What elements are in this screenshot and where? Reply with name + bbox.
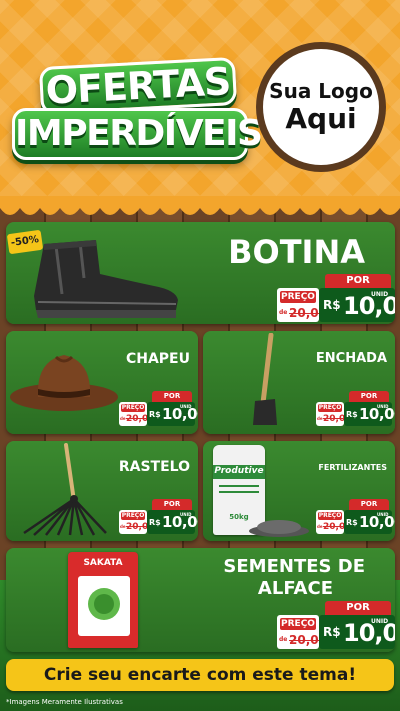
price-tag-fertilizantes: POR PREÇO de 20,00 R$ 10,00 UNID: [316, 499, 395, 537]
de-label: de: [120, 524, 126, 529]
price-tag-botina: POR PREÇO de 20,00 R$ 10,00 UNID: [277, 274, 395, 324]
de-label: de: [279, 636, 288, 643]
por-label: POR: [349, 499, 389, 510]
preco-label: PREÇO: [121, 512, 145, 520]
de-label: de: [120, 416, 126, 421]
old-price-box: PREÇO de 20,00: [316, 402, 351, 426]
product-name-botina: BOTINA: [228, 233, 365, 271]
new-price-box: R$ 10,00 UNID: [344, 402, 395, 426]
de-label: de: [317, 524, 323, 529]
currency: R$: [323, 625, 341, 639]
card-sementes[interactable]: SAKATA SEMENTES DE ALFACE POR PREÇO de 2…: [6, 548, 395, 652]
card-rastelo[interactable]: RASTELO POR PREÇO de 20,00 R$ 10,00 UNID: [6, 441, 198, 541]
seed-pack-icon: SAKATA: [68, 552, 138, 648]
preco-label: PREÇO: [280, 291, 316, 303]
product-name-rastelo: RASTELO: [118, 459, 190, 475]
new-price-box: R$ 10,00 UNID: [147, 402, 198, 426]
new-price-box: R$ 10,00 UNID: [319, 288, 395, 322]
old-price-box: PREÇO de 20,00: [277, 288, 327, 322]
new-price-box: R$ 10,00 UNID: [147, 510, 198, 534]
pack-brand: SAKATA: [83, 558, 123, 568]
hoe-icon: [253, 333, 277, 425]
por-label: POR: [152, 391, 192, 402]
currency: R$: [323, 298, 341, 312]
old-price-box: PREÇO de 20,00: [277, 615, 327, 649]
disclaimer: *Imagens Meramente Ilustrativas: [6, 698, 123, 706]
old-price-box: PREÇO de 20,00: [119, 402, 154, 426]
preco-label: PREÇO: [280, 618, 316, 630]
por-label: POR: [325, 274, 391, 288]
bag-brand: Produtive: [214, 466, 264, 476]
old-price-box: PREÇO de 20,00: [316, 510, 351, 534]
logo-line2: Aqui: [285, 102, 357, 135]
unit-label: UNID: [371, 618, 389, 625]
de-label: de: [317, 416, 323, 421]
unit-label: UNID: [180, 404, 192, 409]
old-price-box: PREÇO de 20,00: [119, 510, 154, 534]
price-tag-enchada: POR PREÇO de 20,00 R$ 10,00 UNID: [316, 391, 395, 429]
card-enchada[interactable]: ENCHADA POR PREÇO de 20,00 R$ 10,00 UNID: [203, 331, 395, 434]
de-label: de: [279, 309, 288, 316]
product-name-chapeu: CHAPEU: [125, 351, 190, 367]
rake-icon: [23, 443, 107, 536]
preco-label: PREÇO: [121, 404, 145, 412]
unit-label: UNID: [180, 512, 192, 517]
title-line1: OFERTAS: [38, 56, 238, 116]
logo-placeholder: Sua Logo Aqui: [256, 42, 386, 172]
por-label: POR: [325, 601, 391, 615]
price-tag-chapeu: POR PREÇO de 20,00 R$ 10,00 UNID: [119, 391, 198, 429]
cta-banner[interactable]: Crie seu encarte com este tema!: [6, 659, 394, 691]
currency: R$: [149, 518, 161, 527]
logo-inner: Sua Logo Aqui: [263, 49, 379, 165]
product-name-sementes-line2: ALFACE: [257, 578, 333, 599]
product-name-enchada: ENCHADA: [315, 351, 387, 366]
header: OFERTAS IMPERDÍVEIS Sua Logo Aqui: [0, 0, 400, 225]
unit-label: UNID: [371, 291, 389, 298]
preco-label: PREÇO: [318, 404, 342, 412]
por-label: POR: [349, 391, 389, 402]
gravel-pile-icon: [249, 520, 309, 537]
boot-icon: [34, 240, 178, 318]
price-tag-rastelo: POR PREÇO de 20,00 R$ 10,00 UNID: [119, 499, 198, 537]
currency: R$: [346, 410, 358, 419]
card-fertilizantes[interactable]: Produtive 50kg FERTILIZANTES POR PREÇO d…: [203, 441, 395, 541]
price-tag-sementes: POR PREÇO de 20,00 R$ 10,00 UNID: [277, 601, 395, 651]
card-chapeu[interactable]: CHAPEU POR PREÇO de 20,00 R$ 10,00 UNID: [6, 331, 198, 434]
unit-label: UNID: [377, 512, 389, 517]
preco-label: PREÇO: [318, 512, 342, 520]
product-name-sementes-line1: SEMENTES DE: [223, 556, 365, 577]
title-line2: IMPERDÍVEIS: [12, 108, 263, 160]
product-name-fertilizantes: FERTILIZANTES: [318, 463, 387, 472]
new-price-box: R$ 10,00 UNID: [344, 510, 395, 534]
card-botina[interactable]: BOTINA POR PREÇO de 20,00 R$ 10,00 UNID: [6, 222, 395, 324]
new-price-box: R$ 10,00 UNID: [319, 615, 395, 649]
title-block: OFERTAS IMPERDÍVEIS: [12, 56, 263, 162]
hat-icon: [10, 355, 118, 411]
currency: R$: [149, 410, 161, 419]
currency: R$: [346, 518, 358, 527]
logo-line1: Sua Logo: [269, 79, 373, 103]
por-label: POR: [152, 499, 192, 510]
unit-label: UNID: [377, 404, 389, 409]
